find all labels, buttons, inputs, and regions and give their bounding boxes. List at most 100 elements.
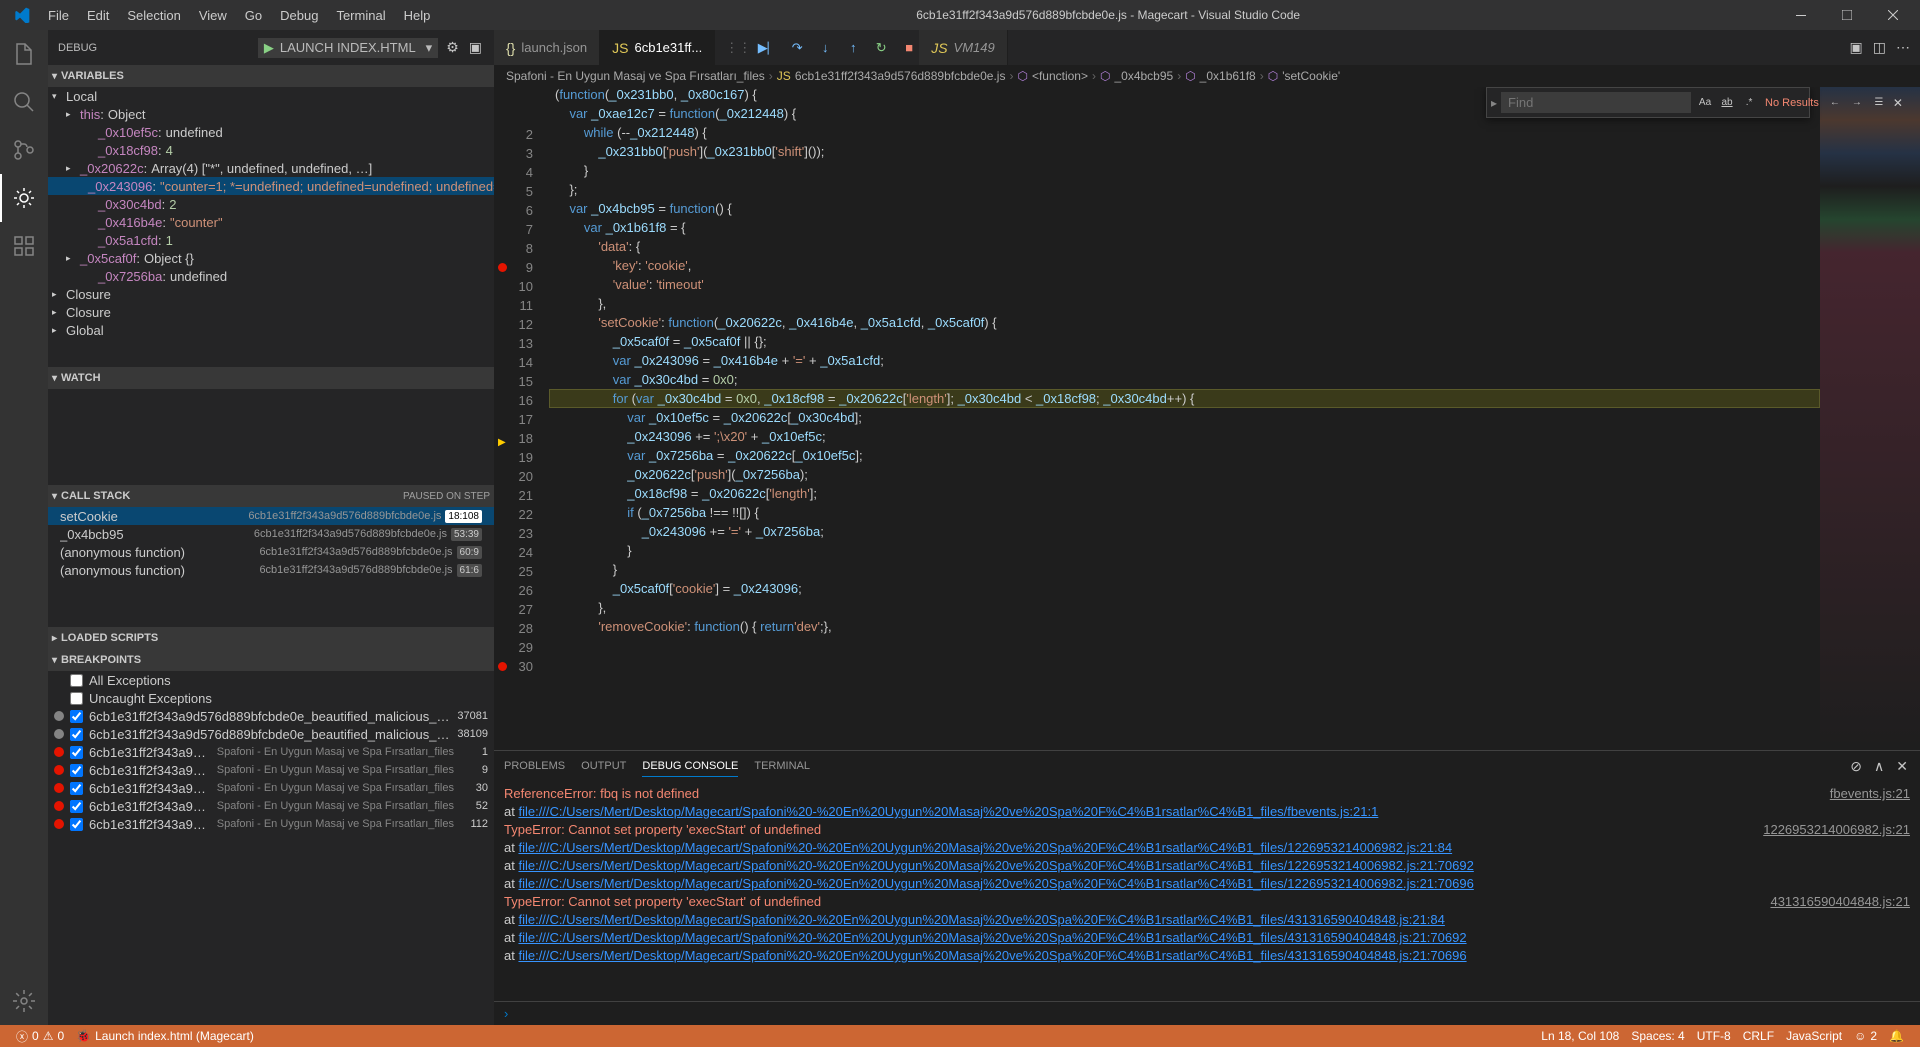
variable-row[interactable]: _0x30c4bd:2	[48, 195, 494, 213]
callstack-header[interactable]: ▾CALL STACKPAUSED ON STEP	[48, 485, 494, 507]
status-language[interactable]: JavaScript	[1780, 1025, 1848, 1047]
step-out-icon[interactable]: ↑	[843, 38, 863, 58]
breadcrumb-item[interactable]: ⬡_0x1b61f8	[1185, 69, 1256, 83]
launch-config-dropdown[interactable]: ▶ Launch index.html ▾	[258, 38, 438, 58]
continue-icon[interactable]: ▶⎸	[759, 38, 779, 58]
console-source-link[interactable]: 1226953214006982.js:21	[1763, 821, 1910, 839]
breakpoint-row[interactable]: 6cb1e31ff2f343a9d576d889bfcbde0e_beautif…	[48, 725, 494, 743]
breadcrumbs[interactable]: Spafoni - En Uygun Masaj ve Spa Fırsatla…	[494, 65, 1920, 87]
breadcrumb-item[interactable]: ⬡<function>	[1017, 69, 1088, 83]
clear-console-icon[interactable]: ⊘	[1848, 756, 1864, 777]
restart-icon[interactable]: ↻	[871, 38, 891, 58]
bp-checkbox[interactable]	[70, 800, 83, 813]
breakpoint-row[interactable]: 6cb1e31ff2f343a9d576d889bfcbde0e.jsSpafo…	[48, 815, 494, 833]
drag-handle-icon[interactable]: ⋮⋮	[725, 40, 751, 56]
status-spaces[interactable]: Spaces: 4	[1625, 1025, 1690, 1047]
close-panel-icon[interactable]: ✕	[1894, 756, 1910, 777]
code-content[interactable]: 'cSAzVcK3GsKpHlrCuWvCoRrDgRk=','OSgnwqRp…	[549, 87, 1820, 750]
console-icon[interactable]: ▣	[467, 37, 484, 58]
find-close-icon[interactable]: ✕	[1889, 94, 1907, 112]
step-over-icon[interactable]: ↷	[787, 38, 807, 58]
scope-closure[interactable]: ▸Closure	[48, 285, 494, 303]
bp-checkbox[interactable]	[70, 674, 83, 687]
variable-row[interactable]: _0x18cf98:4	[48, 141, 494, 159]
settings-gear-icon[interactable]	[0, 977, 48, 1025]
code-area[interactable]: ▸ Aa ab .* No Results ← → ☰ ✕ 2345678910…	[494, 87, 1920, 750]
debug-toolbar[interactable]: ⋮⋮ ▶⎸ ↷ ↓ ↑ ↻ ■	[719, 36, 925, 60]
variable-row[interactable]: ▸_0x20622c:Array(4) ["*", undefined, und…	[48, 159, 494, 177]
tab-problems[interactable]: PROBLEMS	[504, 756, 565, 776]
variable-row[interactable]: _0x7256ba:undefined	[48, 267, 494, 285]
menu-selection[interactable]: Selection	[119, 4, 188, 27]
find-prev-icon[interactable]: ←	[1825, 93, 1845, 113]
find-expand-icon[interactable]: ▸	[1491, 96, 1497, 110]
bp-checkbox[interactable]	[70, 764, 83, 777]
menu-go[interactable]: Go	[237, 4, 270, 27]
close-button[interactable]	[1870, 0, 1916, 30]
more-actions-icon[interactable]: ⋯	[1894, 37, 1912, 58]
breakpoint-row[interactable]: 6cb1e31ff2f343a9d576d889bfcbde0e.jsSpafo…	[48, 743, 494, 761]
find-input[interactable]	[1501, 92, 1691, 113]
bp-all-exceptions[interactable]: All Exceptions	[48, 671, 494, 689]
variable-row[interactable]: _0x10ef5c:undefined	[48, 123, 494, 141]
regex-icon[interactable]: .*	[1739, 93, 1759, 113]
bp-checkbox[interactable]	[70, 746, 83, 759]
debug-console-body[interactable]: ReferenceError: fbq is not definedfbeven…	[494, 781, 1920, 1001]
menu-edit[interactable]: Edit	[79, 4, 117, 27]
breadcrumb-item[interactable]: ⬡'setCookie'	[1268, 69, 1340, 83]
tab-launch-json[interactable]: {}launch.json	[494, 30, 600, 65]
scope-global[interactable]: ▸Global	[48, 321, 494, 339]
bp-checkbox[interactable]	[70, 710, 83, 723]
tab-debug-console[interactable]: DEBUG CONSOLE	[642, 756, 738, 777]
open-preview-icon[interactable]: ▣	[1848, 37, 1865, 58]
bp-checkbox[interactable]	[70, 782, 83, 795]
menu-debug[interactable]: Debug	[272, 4, 326, 27]
breakpoint-row[interactable]: 6cb1e31ff2f343a9d576d889bfcbde0e.jsSpafo…	[48, 761, 494, 779]
tab-vm[interactable]: JSVM149	[919, 30, 1008, 65]
callstack-frame[interactable]: (anonymous function)6cb1e31ff2f343a9d576…	[48, 543, 494, 561]
menu-view[interactable]: View	[191, 4, 235, 27]
stop-icon[interactable]: ■	[899, 38, 919, 58]
status-notifications[interactable]: 🔔	[1883, 1025, 1910, 1047]
tab-terminal[interactable]: TERMINAL	[754, 756, 810, 776]
loaded-scripts-header[interactable]: ▸LOADED SCRIPTS	[48, 627, 494, 649]
callstack-frame[interactable]: (anonymous function)6cb1e31ff2f343a9d576…	[48, 561, 494, 579]
breadcrumb-item[interactable]: Spafoni - En Uygun Masaj ve Spa Fırsatla…	[506, 69, 765, 83]
console-source-link[interactable]: 431316590404848.js:21	[1770, 893, 1910, 911]
status-errors[interactable]: ⓧ0 ⚠0	[10, 1025, 70, 1047]
bp-checkbox[interactable]	[70, 692, 83, 705]
variable-row[interactable]: _0x243096:"counter=1; *=undefined; undef…	[48, 177, 494, 195]
menu-terminal[interactable]: Terminal	[328, 4, 393, 27]
breakpoint-row[interactable]: 6cb1e31ff2f343a9d576d889bfcbde0e.jsSpafo…	[48, 779, 494, 797]
variable-row[interactable]: _0x416b4e:"counter"	[48, 213, 494, 231]
variable-row[interactable]: ▸this:Object	[48, 105, 494, 123]
maximize-button[interactable]	[1824, 0, 1870, 30]
debug-icon[interactable]	[0, 174, 48, 222]
breakpoints-header[interactable]: ▾BREAKPOINTS	[48, 649, 494, 671]
match-case-icon[interactable]: Aa	[1695, 93, 1715, 113]
extensions-icon[interactable]	[0, 222, 48, 270]
gutter[interactable]: 23456789101112131415161718▶1920212223242…	[494, 87, 549, 750]
find-selection-icon[interactable]: ☰	[1869, 93, 1889, 113]
maximize-panel-icon[interactable]: ∧	[1872, 756, 1886, 777]
bp-checkbox[interactable]	[70, 728, 83, 741]
breakpoint-row[interactable]: 6cb1e31ff2f343a9d576d889bfcbde0e_beautif…	[48, 707, 494, 725]
find-next-icon[interactable]: →	[1847, 93, 1867, 113]
search-icon[interactable]	[0, 78, 48, 126]
source-control-icon[interactable]	[0, 126, 48, 174]
status-launch[interactable]: 🐞Launch index.html (Magecart)	[70, 1025, 260, 1047]
split-editor-icon[interactable]: ◫	[1871, 37, 1888, 58]
minimap[interactable]	[1820, 87, 1920, 750]
minimize-button[interactable]	[1778, 0, 1824, 30]
breakpoint-row[interactable]: 6cb1e31ff2f343a9d576d889bfcbde0e.jsSpafo…	[48, 797, 494, 815]
bp-checkbox[interactable]	[70, 818, 83, 831]
watch-header[interactable]: ▾WATCH	[48, 367, 494, 389]
status-cursor-pos[interactable]: Ln 18, Col 108	[1535, 1025, 1625, 1047]
breadcrumb-item[interactable]: JS6cb1e31ff2f343a9d576d889bfcbde0e.js	[777, 69, 1006, 83]
breadcrumb-item[interactable]: ⬡_0x4bcb95	[1100, 69, 1173, 83]
variables-header[interactable]: ▾VARIABLES	[48, 65, 494, 87]
callstack-frame[interactable]: setCookie6cb1e31ff2f343a9d576d889bfcbde0…	[48, 507, 494, 525]
tab-active-js[interactable]: JS6cb1e31ff...	[600, 30, 715, 65]
menu-help[interactable]: Help	[396, 4, 439, 27]
debug-console-input[interactable]: ›	[494, 1001, 1920, 1025]
